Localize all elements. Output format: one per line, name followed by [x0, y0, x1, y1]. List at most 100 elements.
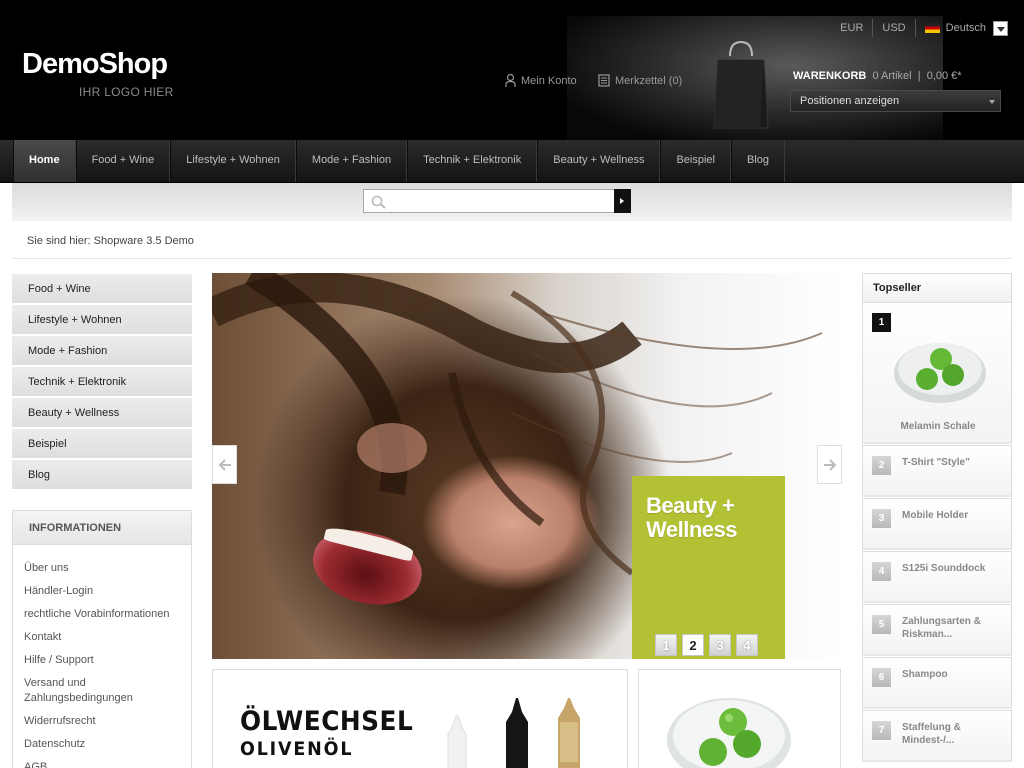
arrow-left-icon: [218, 459, 231, 471]
search-submit-button[interactable]: [614, 189, 631, 213]
notepad-icon: [598, 74, 610, 87]
nav-lifestyle-wohnen[interactable]: Lifestyle + Wohnen: [170, 140, 296, 182]
shop-logo[interactable]: DemoShop: [22, 48, 168, 81]
account-label: Mein Konto: [521, 74, 577, 87]
nav-beispiel[interactable]: Beispiel: [660, 140, 731, 182]
promo-line-1: Beauty +: [646, 493, 735, 518]
info-link-haendler-login[interactable]: Händler-Login: [24, 584, 184, 599]
topseller-item[interactable]: 1 Melamin Schale: [862, 302, 1012, 444]
info-link-hilfe-support[interactable]: Hilfe / Support: [24, 653, 184, 668]
search-icon: [371, 195, 386, 209]
main-navigation: Home Food + Wine Lifestyle + Wohnen Mode…: [0, 140, 1024, 183]
information-links: Über uns Händler-Login rechtliche Vorabi…: [24, 561, 184, 768]
divider: [12, 258, 1012, 259]
breadcrumb: Sie sind hier: Shopware 3.5 Demo: [27, 235, 194, 247]
topseller-item[interactable]: 7 Staffelung & Mindest-/...: [862, 710, 1012, 762]
sidebar-item-lifestyle-wohnen[interactable]: Lifestyle + Wohnen: [12, 305, 192, 335]
slider-pager: 1 2 3 4: [655, 634, 763, 656]
user-icon: [505, 74, 516, 87]
header: DemoShop IHR LOGO HIER EUR USD Deutsch M…: [0, 0, 1024, 140]
oil-teaser[interactable]: ÖLWECHSEL OLIVENÖL: [212, 669, 628, 768]
topseller-rank: 7: [872, 721, 891, 740]
search-input[interactable]: [363, 189, 615, 213]
info-link-versand[interactable]: Versand und Zahlungsbedingungen: [24, 676, 184, 706]
topseller-name[interactable]: T-Shirt "Style": [902, 456, 1010, 469]
slider-page-1[interactable]: 1: [655, 634, 677, 656]
sidebar-item-food-wine[interactable]: Food + Wine: [12, 274, 192, 304]
topseller-name[interactable]: Melamin Schale: [863, 420, 1013, 433]
nav-food-wine[interactable]: Food + Wine: [75, 140, 171, 182]
sidebar-item-blog[interactable]: Blog: [12, 460, 192, 490]
topseller-item[interactable]: 5 Zahlungsarten & Riskman...: [862, 604, 1012, 656]
cart-item-count: 0 Artikel: [872, 70, 912, 82]
topseller-name[interactable]: Zahlungsarten & Riskman...: [902, 615, 1010, 641]
german-flag-icon: [924, 23, 940, 33]
topseller-rank: 4: [872, 562, 891, 581]
nav-blog[interactable]: Blog: [730, 140, 786, 182]
information-box: INFORMATIONEN Über uns Händler-Login rec…: [12, 510, 192, 768]
wishlist-label: Merkzettel (0): [615, 74, 683, 87]
info-link-widerrufsrecht[interactable]: Widerrufsrecht: [24, 714, 184, 729]
currency-usd[interactable]: USD: [882, 22, 905, 34]
slider-page-2[interactable]: 2: [682, 634, 704, 656]
topseller-item[interactable]: 2 T-Shirt "Style": [862, 445, 1012, 497]
sidebar-item-beispiel[interactable]: Beispiel: [12, 429, 192, 459]
shopping-bag-icon[interactable]: [710, 40, 772, 132]
cart-title: WARENKORB: [793, 70, 867, 82]
info-link-agb[interactable]: AGB: [24, 760, 184, 768]
nav-beauty-wellness[interactable]: Beauty + Wellness: [537, 140, 661, 182]
topseller-rank: 2: [872, 456, 891, 475]
divider: [914, 19, 916, 37]
language-dropdown-icon[interactable]: [993, 20, 1008, 36]
topseller-rank: 3: [872, 509, 891, 528]
topseller-item[interactable]: 6 Shampoo: [862, 657, 1012, 709]
information-heading: INFORMATIONEN: [13, 511, 191, 545]
bowl-teaser[interactable]: [638, 669, 841, 768]
topseller-name[interactable]: Mobile Holder: [902, 509, 1010, 522]
banner-slider[interactable]: Beauty + Wellness 1 2 3 4: [212, 273, 842, 659]
topseller-name[interactable]: S125i Sounddock: [902, 562, 1010, 575]
sidebar-item-beauty-wellness[interactable]: Beauty + Wellness: [12, 398, 192, 428]
promo-title: Beauty + Wellness: [646, 494, 737, 542]
cart-summary[interactable]: WARENKORB 0 Artikel | 0,00 €*: [793, 70, 962, 82]
divider: [872, 19, 874, 37]
arrow-right-icon: [824, 459, 837, 471]
promo-box[interactable]: Beauty + Wellness: [632, 476, 785, 659]
info-link-kontakt[interactable]: Kontakt: [24, 630, 184, 645]
topseller-name[interactable]: Staffelung & Mindest-/...: [902, 721, 1010, 747]
topseller-item[interactable]: 4 S125i Sounddock: [862, 551, 1012, 603]
topseller-panel: Topseller 1 Melamin Schale 2 T-Shirt "St…: [862, 273, 1012, 768]
topseller-title: Topseller: [862, 273, 1012, 302]
sidebar-item-mode-fashion[interactable]: Mode + Fashion: [12, 336, 192, 366]
slider-next-button[interactable]: [817, 445, 842, 484]
bottles-graphic: [447, 698, 580, 768]
nav-technik-elektronik[interactable]: Technik + Elektronik: [407, 140, 538, 182]
info-link-datenschutz[interactable]: Datenschutz: [24, 737, 184, 752]
sidebar-item-technik-elektronik[interactable]: Technik + Elektronik: [12, 367, 192, 397]
search-bar: [12, 183, 1012, 221]
language-label[interactable]: Deutsch: [946, 22, 986, 34]
nav-mode-fashion[interactable]: Mode + Fashion: [295, 140, 408, 182]
top-bar: EUR USD Deutsch: [840, 18, 1008, 38]
cart-total: 0,00 €*: [926, 70, 962, 82]
nav-home[interactable]: Home: [13, 140, 76, 182]
info-link-ueber-uns[interactable]: Über uns: [24, 561, 184, 576]
logo-subtitle: IHR LOGO HIER: [79, 85, 174, 99]
slider-prev-button[interactable]: [212, 445, 237, 484]
wishlist-link[interactable]: Merkzettel (0): [598, 74, 682, 87]
topseller-rank: 1: [872, 313, 891, 332]
topseller-item[interactable]: 3 Mobile Holder: [862, 498, 1012, 550]
topseller-rank: 6: [872, 668, 891, 687]
currency-eur[interactable]: EUR: [840, 22, 863, 34]
teaser-title: ÖLWECHSEL: [240, 706, 414, 737]
account-link[interactable]: Mein Konto: [505, 74, 577, 87]
topseller-name[interactable]: Shampoo: [902, 668, 1010, 681]
info-link-vorabinformationen[interactable]: rechtliche Vorabinformationen: [24, 607, 184, 622]
cart-positions-select[interactable]: Positionen anzeigen: [790, 90, 1001, 112]
category-sidebar: Food + Wine Lifestyle + Wohnen Mode + Fa…: [12, 274, 192, 491]
product-image: [894, 343, 986, 403]
teaser-subtitle: OLIVENÖL: [240, 738, 354, 760]
bowl-with-limes-graphic: [667, 698, 791, 768]
slider-page-3[interactable]: 3: [709, 634, 731, 656]
slider-page-4[interactable]: 4: [736, 634, 758, 656]
